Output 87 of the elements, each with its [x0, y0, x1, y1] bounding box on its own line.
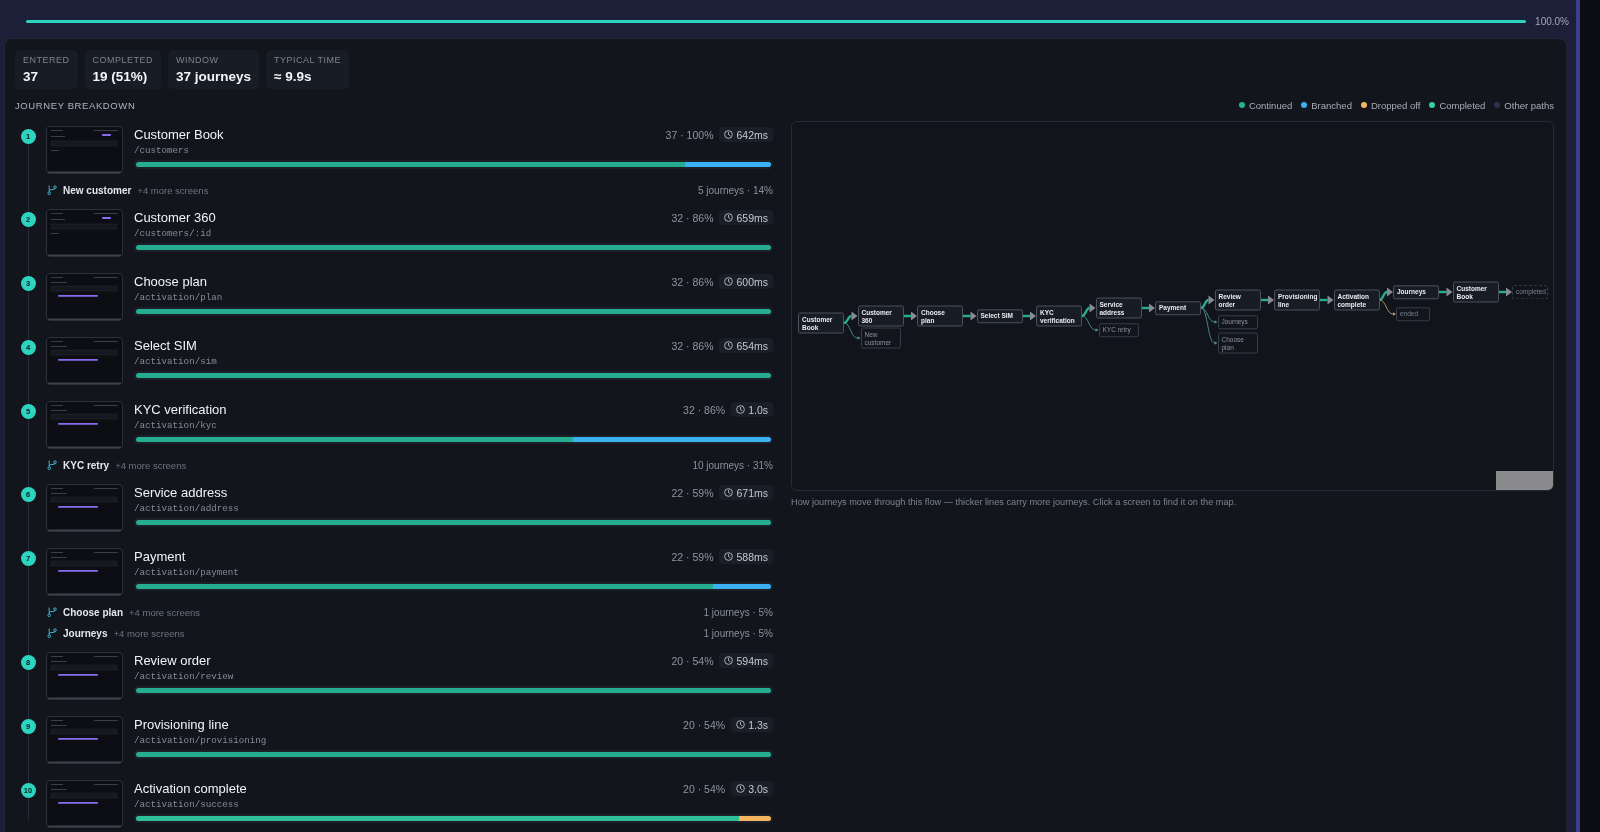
branch-share: 5 journeys · 14% [697, 184, 773, 196]
step-title: Customer 360 [134, 210, 216, 226]
step-path: /activation/kyc [134, 419, 217, 433]
minimap-panel [1496, 471, 1553, 490]
flow-edge [1378, 287, 1393, 302]
clock-icon [724, 277, 734, 286]
progress-reading: 100.0% [1535, 15, 1569, 27]
branch-label: KYC retry [63, 459, 110, 471]
step-title: Review order [134, 653, 211, 669]
duration-text: 1.0s [748, 403, 768, 416]
step-path: /activation/plan [134, 291, 223, 305]
step-title: Choose plan [134, 274, 207, 290]
clock-icon [724, 130, 734, 139]
step-title: Activation complete [134, 781, 247, 797]
branch-label: New customer [63, 184, 132, 196]
step-title: Customer Book [134, 127, 224, 143]
duration-text: 588ms [736, 550, 768, 563]
step-path: /activation/payment [134, 566, 239, 580]
clock-icon [724, 341, 734, 350]
more-screens-text: +4 more screens [115, 459, 187, 471]
step-count: 37 · 100% [665, 128, 714, 141]
step-count: 32 · 86% [671, 339, 714, 352]
branch-share: 1 journeys · 5% [703, 606, 773, 618]
step-path: /activation/sim [134, 355, 217, 369]
stat-value: 19 (51%) [92, 69, 149, 84]
branch-icon [47, 628, 57, 638]
duration-text: 659ms [736, 211, 768, 224]
duration-text: 600ms [736, 275, 768, 288]
stat-label: COMPLETED [92, 55, 154, 66]
step-count: 20 · 54% [683, 718, 726, 731]
step-title: Select SIM [134, 338, 197, 354]
more-screens-text: +4 more screens [137, 184, 209, 196]
step-path: /activation/success [134, 798, 239, 812]
branch-icon [47, 607, 57, 617]
branch-icon [47, 185, 57, 195]
map-caption: How journeys move through this flow — thicker lines carry more journeys. Click a screen to find it on the map. [791, 497, 1238, 507]
step-title: Provisioning line [134, 717, 229, 733]
more-screens-text: +4 more screens [113, 627, 185, 639]
step-path: /customers/:id [134, 227, 212, 241]
branch-icon [47, 460, 57, 470]
stat-label: ENTERED [23, 55, 70, 66]
step-path: /customers [134, 144, 190, 158]
step-count: 32 · 86% [671, 275, 714, 288]
legend-label: Continued [1248, 99, 1293, 111]
section-title: JOURNEY BREAKDOWN [15, 99, 136, 111]
clock-icon [724, 488, 734, 497]
step-count: 22 · 59% [671, 550, 714, 563]
step-title: KYC verification [134, 402, 227, 418]
legend-label: Completed [1439, 99, 1486, 111]
stat-value: 37 journeys [176, 69, 252, 84]
clock-icon [724, 552, 734, 561]
legend-label: Other paths [1504, 99, 1554, 111]
step-title: Service address [134, 485, 228, 501]
step-path: /activation/address [134, 502, 239, 516]
duration-text: 654ms [736, 339, 768, 352]
branch-label: Journeys [63, 627, 108, 639]
legend-label: Branched [1311, 99, 1352, 111]
branch-edge [1379, 299, 1396, 316]
step-count: 32 · 86% [671, 211, 714, 224]
branch-edge [1081, 315, 1099, 332]
legend-label: Dropped off [1370, 99, 1421, 111]
stat-label: WINDOW [176, 55, 220, 66]
stat-label: TYPICAL TIME [274, 55, 342, 66]
clock-icon [724, 213, 734, 222]
step-title: Payment [134, 549, 186, 565]
branch-share: 10 journeys · 31% [692, 459, 773, 471]
step-count: 20 · 54% [671, 654, 714, 667]
stat-value: ≈ 9.9s [274, 69, 313, 84]
duration-text: 1.3s [748, 718, 768, 731]
stat-value: 37 [23, 69, 40, 84]
clock-icon [736, 784, 746, 793]
step-count: 32 · 86% [683, 403, 726, 416]
step-count: 20 · 54% [683, 782, 726, 795]
clock-icon [736, 405, 746, 414]
duration-text: 3.0s [748, 782, 768, 795]
duration-text: 671ms [736, 486, 768, 499]
clock-icon [736, 720, 746, 729]
more-screens-text: +4 more screens [129, 606, 201, 618]
duration-text: 594ms [736, 654, 768, 667]
branch-share: 1 journeys · 5% [703, 627, 773, 639]
step-path: /activation/review [134, 670, 234, 684]
branch-edge [843, 322, 861, 340]
clock-icon [724, 656, 734, 665]
step-path: /activation/provisioning [134, 734, 267, 748]
step-count: 22 · 59% [671, 486, 714, 499]
duration-text: 642ms [736, 128, 768, 141]
branch-label: Choose plan [63, 606, 123, 618]
